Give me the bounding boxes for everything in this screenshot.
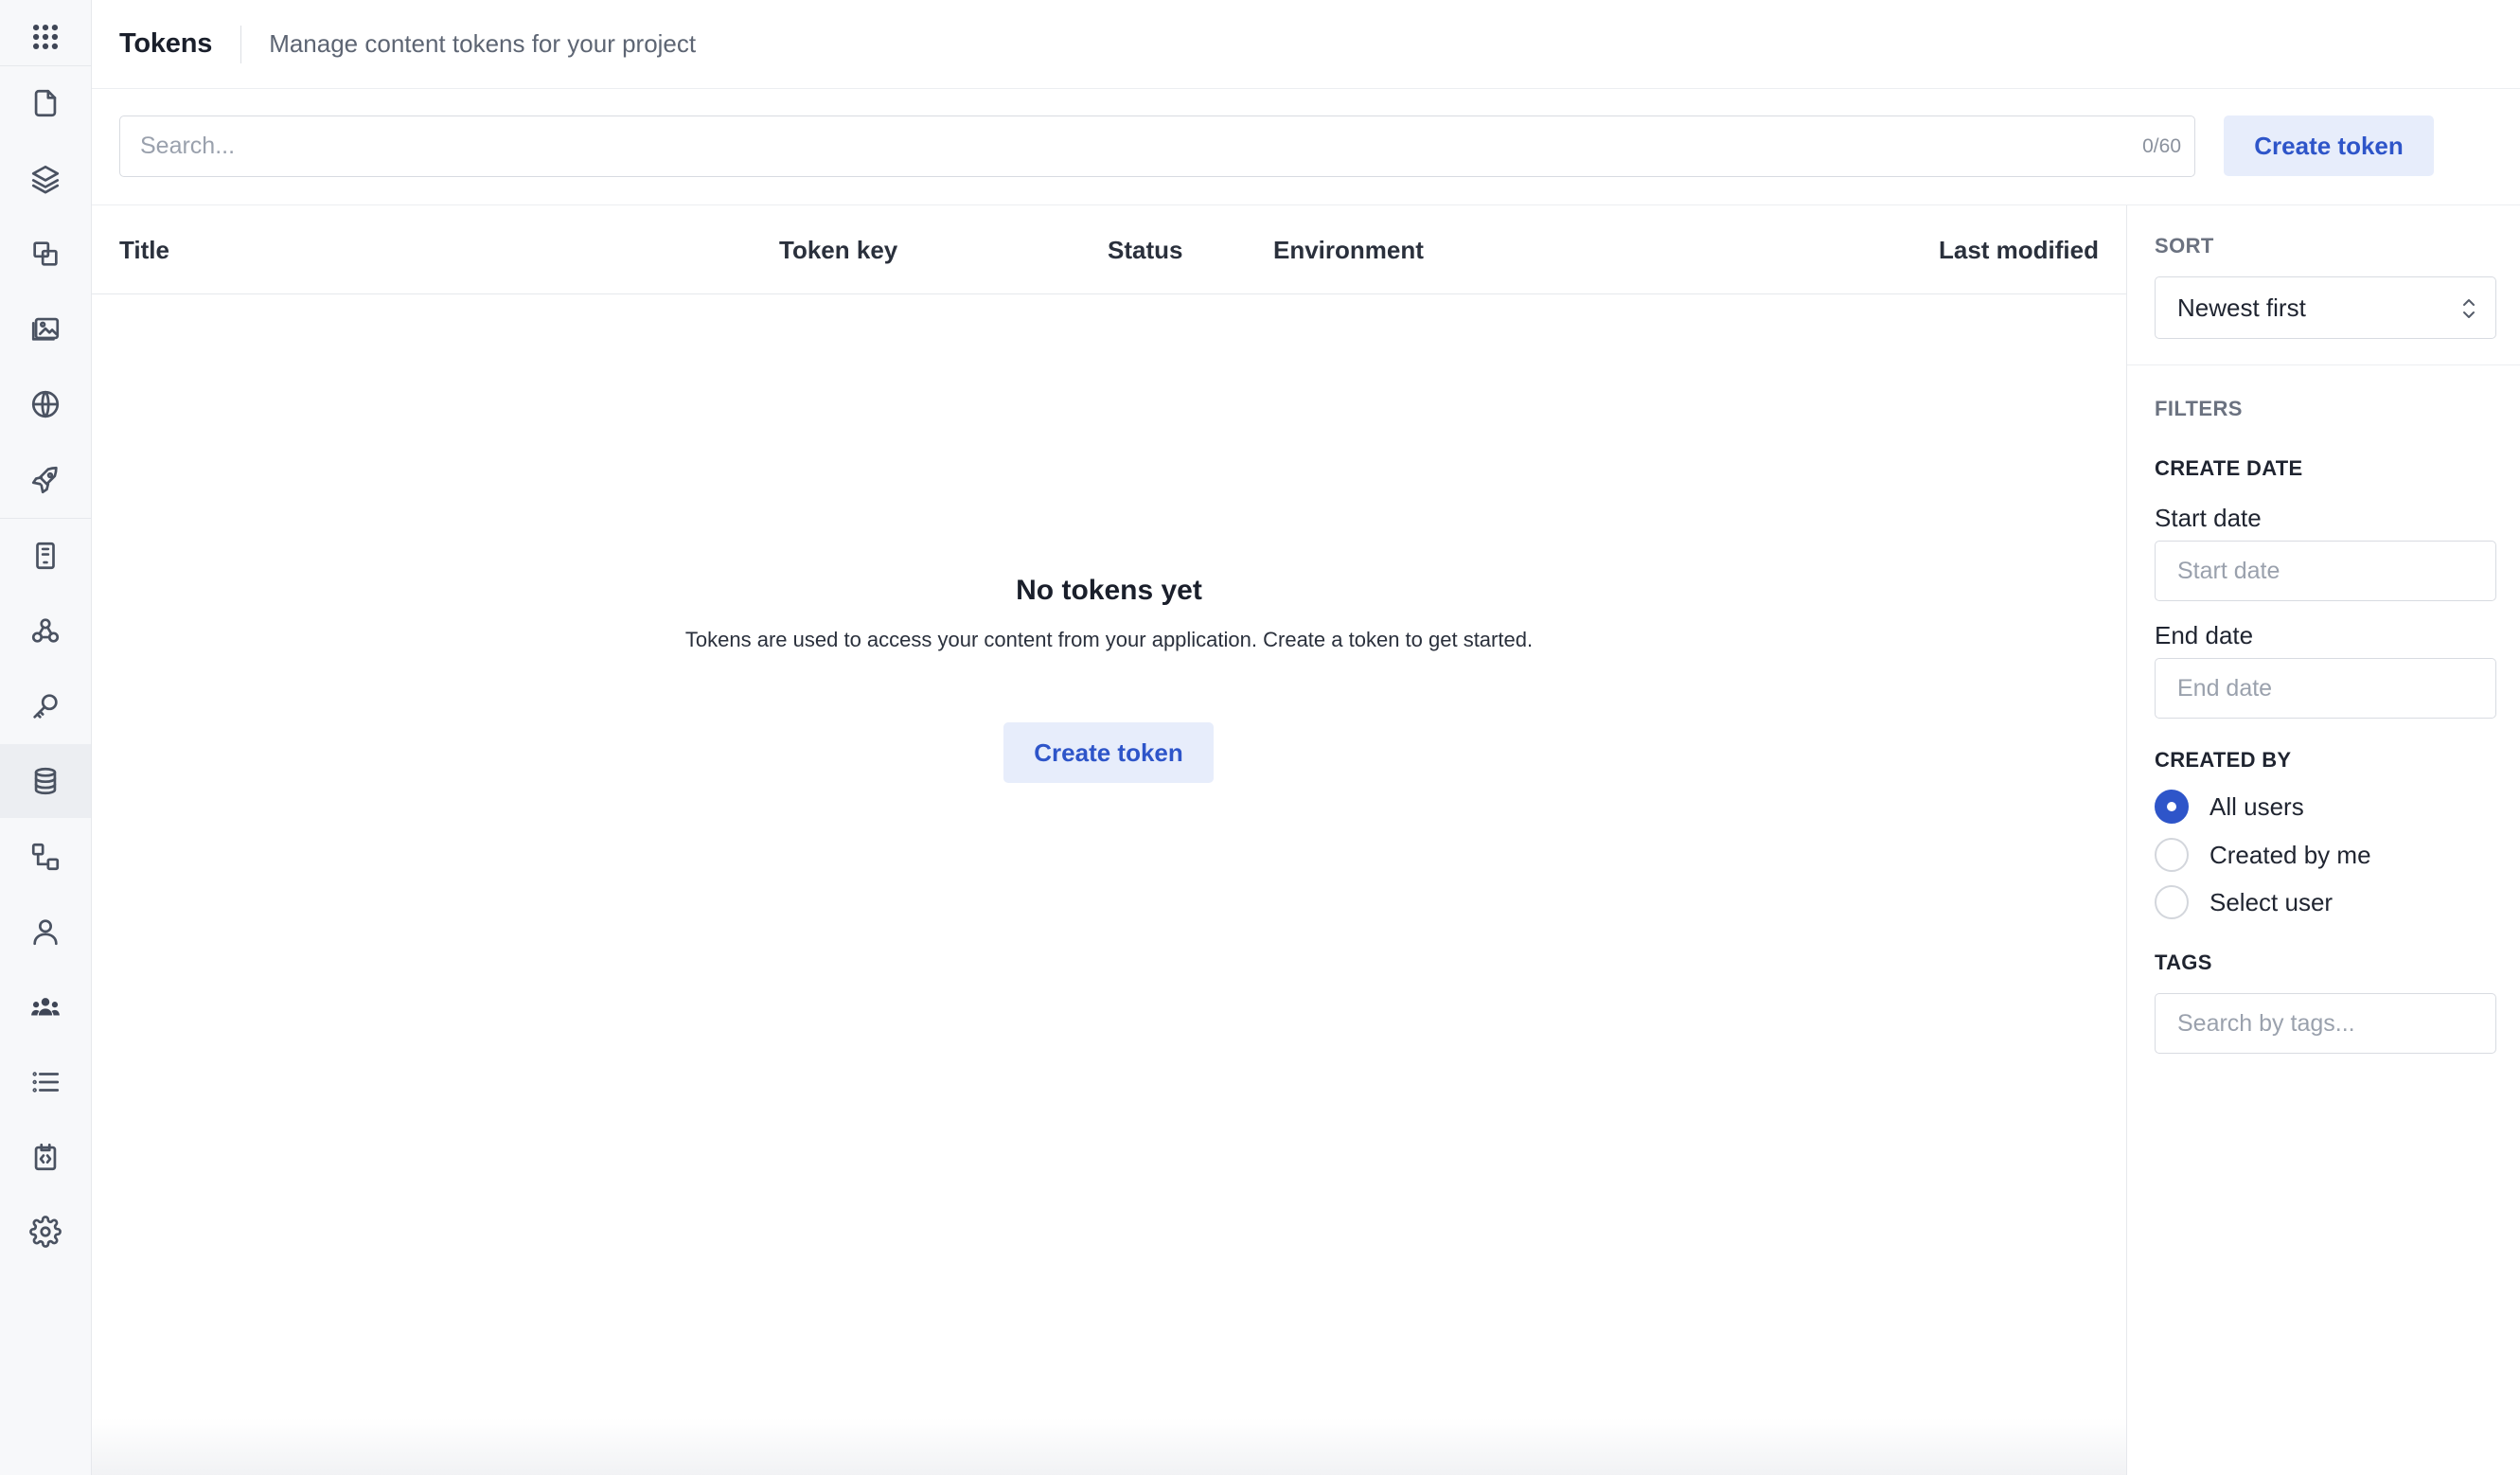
- workflow-icon[interactable]: [0, 820, 91, 894]
- layers-icon[interactable]: [0, 142, 91, 216]
- column-token-key[interactable]: Token key: [779, 205, 897, 294]
- header-divider: [240, 25, 242, 63]
- empty-state-title: No tokens yet: [1016, 575, 1202, 606]
- team-icon[interactable]: [0, 970, 91, 1044]
- end-date-label: End date: [2155, 621, 2254, 649]
- page-header: Tokens Manage content tokens for your pr…: [92, 0, 2520, 89]
- panel-divider: [2127, 364, 2520, 365]
- tags-search-input[interactable]: [2156, 994, 2495, 1053]
- sort-select-value: Newest first: [2177, 293, 2306, 322]
- create-token-button[interactable]: Create token: [2224, 116, 2434, 176]
- created-by-label: CREATED BY: [2155, 748, 2292, 772]
- column-title[interactable]: Title: [119, 205, 169, 294]
- page-title: Tokens: [119, 28, 213, 59]
- radio-all-users[interactable]: All users: [2155, 789, 2304, 825]
- column-last-modified[interactable]: Last modified: [1939, 205, 2099, 294]
- apps-grid-icon[interactable]: [0, 0, 91, 74]
- file-icon[interactable]: [0, 66, 91, 140]
- sort-select[interactable]: Newest first: [2155, 276, 2496, 339]
- key-icon[interactable]: [0, 669, 91, 743]
- radio-label: All users: [2209, 791, 2304, 821]
- create-date-label: CREATE DATE: [2155, 456, 2303, 480]
- media-icon[interactable]: [0, 292, 91, 365]
- rocket-icon[interactable]: [0, 443, 91, 517]
- empty-state-description: Tokens are used to access your content f…: [684, 628, 1534, 651]
- code-icon[interactable]: [0, 1120, 91, 1194]
- radio-label: Created by me: [2209, 840, 2371, 869]
- radio-button[interactable]: [2155, 885, 2189, 919]
- search-box: 0/60: [119, 116, 2195, 177]
- icon-rail: [0, 0, 92, 1475]
- toolbar: 0/60 Create token: [92, 89, 2520, 205]
- column-environment[interactable]: Environment: [1273, 205, 1424, 294]
- webhooks-icon[interactable]: [0, 594, 91, 667]
- end-date-field: [2155, 658, 2496, 719]
- empty-state-create-button[interactable]: Create token: [1003, 722, 1214, 783]
- chevron-up-down-icon: [2461, 296, 2476, 321]
- search-char-count: 0/60: [2142, 134, 2181, 157]
- radio-label: Select user: [2209, 887, 2334, 916]
- filter-panel: SORT Newest first FILTERS CREATE DATE St…: [2126, 205, 2520, 1475]
- components-icon[interactable]: [0, 217, 91, 291]
- list-icon[interactable]: [0, 1045, 91, 1119]
- radio-button[interactable]: [2155, 838, 2189, 872]
- tags-label: TAGS: [2155, 951, 2212, 974]
- column-status[interactable]: Status: [1108, 205, 1182, 294]
- filters-label: FILTERS: [2155, 397, 2243, 420]
- radio-select-user[interactable]: Select user: [2155, 884, 2333, 920]
- radio-button[interactable]: [2155, 790, 2189, 824]
- table-header: Title Token key Status Environment Last …: [92, 205, 2126, 294]
- end-date-input[interactable]: [2156, 659, 2495, 718]
- search-input[interactable]: [120, 116, 2143, 176]
- empty-state: No tokens yet Tokens are used to access …: [92, 294, 2126, 1475]
- user-icon[interactable]: [0, 895, 91, 969]
- globe-icon[interactable]: [0, 367, 91, 441]
- tags-field: [2155, 993, 2496, 1054]
- start-date-field: [2155, 541, 2496, 601]
- database-icon[interactable]: [0, 744, 91, 818]
- start-date-label: Start date: [2155, 504, 2262, 532]
- radio-created-by-me[interactable]: Created by me: [2155, 837, 2371, 873]
- sort-label: SORT: [2155, 234, 2214, 258]
- document-icon[interactable]: [0, 519, 91, 593]
- settings-icon[interactable]: [0, 1195, 91, 1269]
- start-date-input[interactable]: [2156, 542, 2495, 600]
- page-subtitle: Manage content tokens for your project: [269, 29, 697, 58]
